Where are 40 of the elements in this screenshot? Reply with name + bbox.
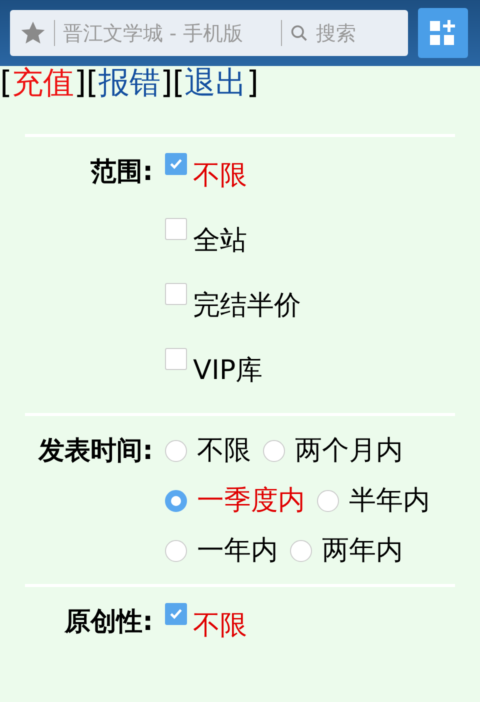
checkbox[interactable] bbox=[165, 348, 187, 370]
filter-label: 范围: bbox=[90, 156, 154, 189]
radio-button[interactable] bbox=[165, 490, 187, 512]
link[interactable]: 报错 bbox=[98, 65, 160, 101]
search-field[interactable]: 搜索 bbox=[316, 21, 376, 45]
checkbox[interactable] bbox=[165, 218, 187, 240]
option-label: 一季度内 bbox=[197, 485, 305, 516]
radio-button[interactable] bbox=[317, 490, 339, 512]
bracket: [ bbox=[86, 65, 98, 101]
grid-plus-icon bbox=[429, 19, 457, 47]
star-icon[interactable] bbox=[20, 20, 46, 46]
filter-label: 发表时间: bbox=[37, 435, 154, 468]
option-label: 半年内 bbox=[349, 485, 430, 516]
bracket: [ bbox=[172, 65, 185, 101]
checkbox[interactable] bbox=[165, 603, 187, 625]
link[interactable]: 充值 bbox=[12, 65, 74, 101]
search-icon bbox=[290, 24, 308, 42]
option-label: 两年内 bbox=[322, 535, 403, 566]
bracket: ] bbox=[246, 65, 259, 101]
page-title: 晋江文学城 - 手机版 bbox=[63, 20, 244, 46]
radio-button[interactable] bbox=[263, 440, 285, 462]
option-label: 两个月内 bbox=[295, 435, 403, 466]
checkbox[interactable] bbox=[165, 283, 187, 305]
bracket: ] bbox=[74, 65, 86, 101]
option-label: 一年内 bbox=[197, 535, 278, 566]
radio-button[interactable] bbox=[165, 540, 187, 562]
option-label: 不限 bbox=[193, 609, 247, 643]
option-label: 不限 bbox=[193, 159, 247, 193]
bracket: [ bbox=[0, 65, 12, 101]
option-label: 全站 bbox=[193, 224, 247, 258]
bracket: ] bbox=[160, 65, 172, 101]
link[interactable]: 退出 bbox=[184, 65, 247, 101]
radio-button[interactable] bbox=[165, 440, 187, 462]
filter-label: 原创性: bbox=[63, 606, 154, 639]
radio-button[interactable] bbox=[290, 540, 312, 562]
option-label: 完结半价 bbox=[193, 289, 301, 323]
option-label: VIP库 bbox=[193, 354, 263, 388]
checkbox[interactable] bbox=[165, 153, 187, 175]
option-label: 不限 bbox=[197, 435, 251, 466]
apps-button[interactable] bbox=[418, 8, 468, 58]
